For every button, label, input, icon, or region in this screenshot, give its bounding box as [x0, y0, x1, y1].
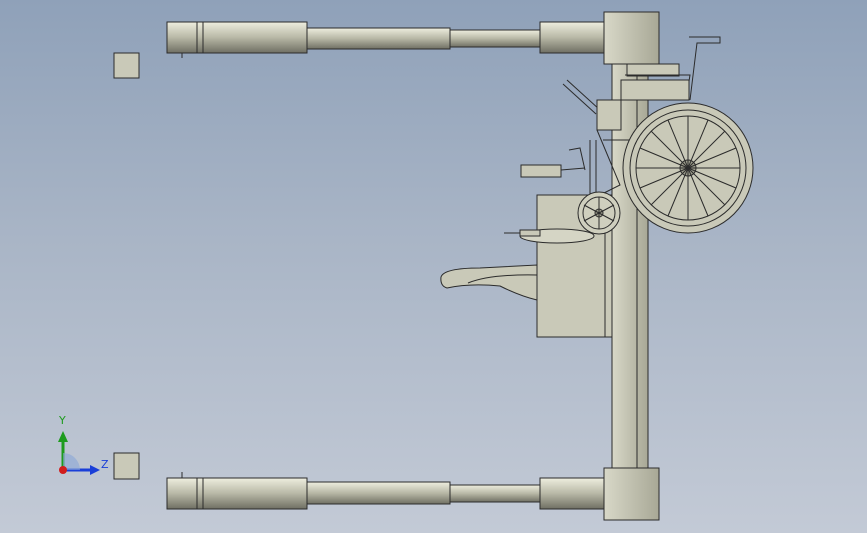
graphics-viewport[interactable]: Y Z	[0, 0, 867, 533]
upper-arm-outer-tube[interactable]	[166, 21, 308, 54]
lower-arm-middle-tube[interactable]	[306, 481, 451, 505]
coordinate-triad	[58, 431, 100, 475]
y-axis-label: Y	[59, 414, 66, 427]
column-top-block[interactable]	[603, 11, 660, 65]
upper-arm-joint[interactable]	[539, 21, 606, 54]
leg-rest[interactable]	[440, 264, 538, 301]
upper-arm[interactable]	[166, 21, 606, 58]
cad-model[interactable]	[0, 0, 867, 533]
reference-cube-bottom[interactable]	[113, 452, 140, 480]
lower-arm-joint[interactable]	[539, 477, 606, 510]
column-bottom-block[interactable]	[603, 467, 660, 521]
large-wheel[interactable]	[622, 102, 754, 234]
footrest[interactable]	[520, 164, 562, 178]
z-axis-label: Z	[101, 458, 109, 471]
lower-arm-inner-tube[interactable]	[449, 484, 541, 503]
upper-arm-middle-tube[interactable]	[306, 27, 451, 50]
reference-cube-top[interactable]	[113, 52, 140, 79]
lower-arm-outer-tube[interactable]	[166, 477, 308, 510]
small-wheel[interactable]	[577, 191, 621, 235]
push-handle[interactable]	[689, 36, 721, 101]
upper-arm-inner-tube[interactable]	[449, 29, 541, 48]
lower-arm[interactable]	[166, 472, 606, 510]
x-axis-dot	[59, 466, 67, 474]
